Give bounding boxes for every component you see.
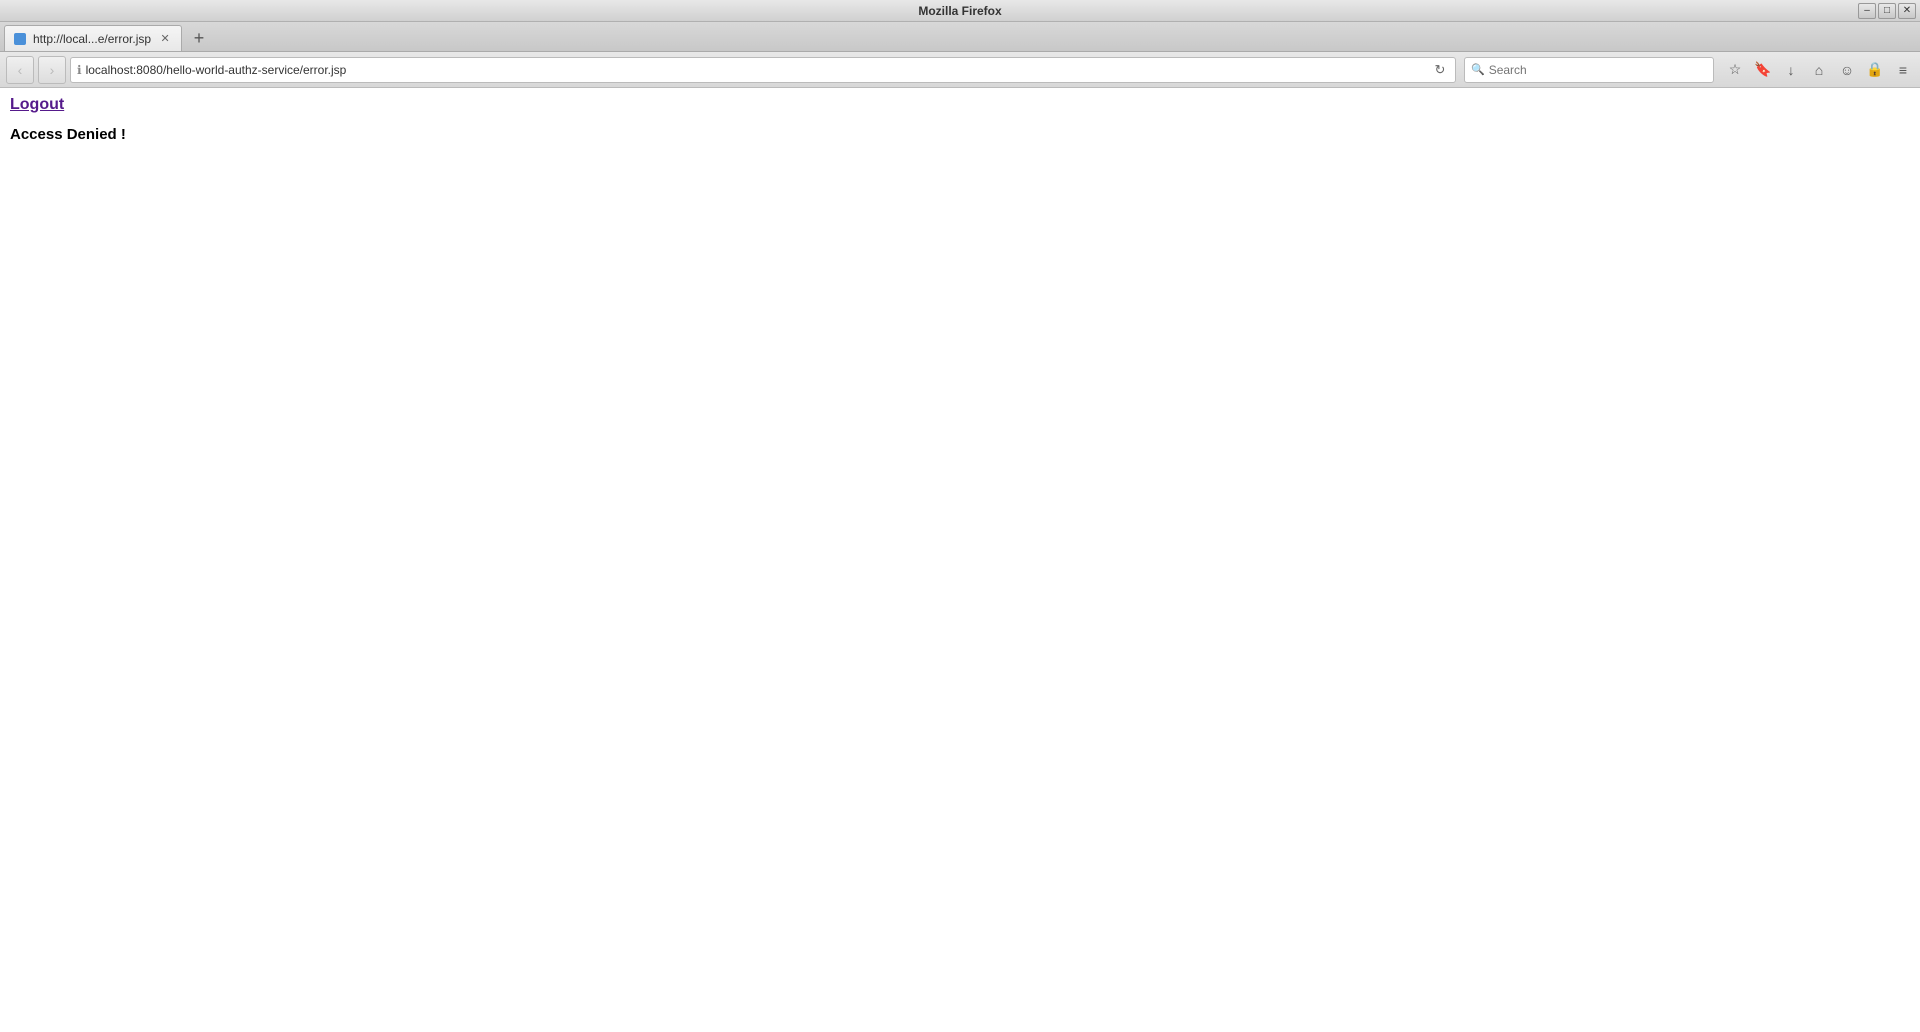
security-icon: ℹ: [77, 63, 82, 77]
menu-icon: ≡: [1899, 62, 1907, 78]
address-bar-container: ℹ ↻: [70, 57, 1456, 83]
maximize-button[interactable]: □: [1878, 3, 1896, 19]
home-icon: ⌂: [1815, 62, 1823, 78]
title-bar: Mozilla Firefox – □ ✕: [0, 0, 1920, 22]
new-tab-button[interactable]: +: [186, 25, 212, 51]
reload-button[interactable]: ↻: [1431, 61, 1449, 79]
bookmark-list-button[interactable]: 🔖: [1752, 59, 1774, 81]
page-content: Logout Access Denied !: [0, 88, 1920, 1032]
back-button[interactable]: ‹: [6, 56, 34, 84]
search-bar-container: 🔍: [1464, 57, 1714, 83]
minimize-button[interactable]: –: [1858, 3, 1876, 19]
active-tab[interactable]: http://local...e/error.jsp ✕: [4, 25, 182, 51]
browser-window: Mozilla Firefox – □ ✕ http://local...e/e…: [0, 0, 1920, 1032]
download-icon: ↓: [1788, 62, 1795, 78]
menu-button[interactable]: ≡: [1892, 59, 1914, 81]
favicon-image: [14, 33, 26, 45]
reload-icon: ↻: [1435, 62, 1446, 78]
bookmark-star-button[interactable]: ☆: [1724, 59, 1746, 81]
tab-label: http://local...e/error.jsp: [33, 32, 151, 46]
person-icon: ☺: [1840, 62, 1854, 78]
address-bar[interactable]: [86, 63, 1427, 77]
window-title: Mozilla Firefox: [918, 4, 1001, 18]
window-controls: – □ ✕: [1858, 3, 1916, 19]
profile-button[interactable]: ☺: [1836, 59, 1858, 81]
back-icon: ‹: [18, 62, 23, 78]
sync-button[interactable]: 🔒: [1864, 59, 1886, 81]
logout-link[interactable]: Logout: [10, 96, 64, 114]
forward-button[interactable]: ›: [38, 56, 66, 84]
download-button[interactable]: ↓: [1780, 59, 1802, 81]
close-button[interactable]: ✕: [1898, 3, 1916, 19]
tab-favicon: [13, 32, 27, 46]
lock-icon: 🔒: [1866, 61, 1883, 78]
bookmark-icon: 🔖: [1754, 61, 1771, 78]
tab-close-button[interactable]: ✕: [157, 31, 173, 47]
forward-icon: ›: [50, 62, 55, 78]
search-icon: 🔍: [1471, 63, 1485, 76]
nav-bar: ‹ › ℹ ↻ 🔍 ☆ 🔖 ↓ ⌂: [0, 52, 1920, 88]
star-icon: ☆: [1729, 61, 1742, 78]
toolbar-icons: ☆ 🔖 ↓ ⌂ ☺ 🔒 ≡: [1724, 59, 1914, 81]
tab-bar: http://local...e/error.jsp ✕ +: [0, 22, 1920, 52]
home-button[interactable]: ⌂: [1808, 59, 1830, 81]
access-denied-text: Access Denied !: [10, 126, 126, 143]
search-input[interactable]: [1489, 63, 1707, 77]
